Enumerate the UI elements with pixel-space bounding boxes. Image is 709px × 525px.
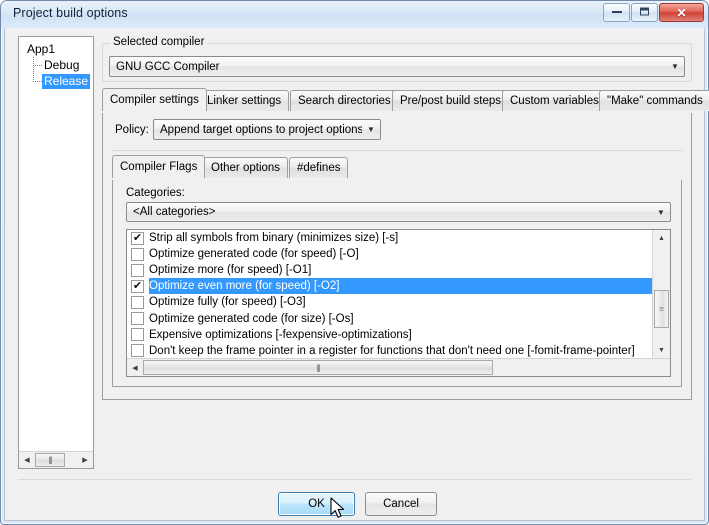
flag-row-expensive-optimizations[interactable]: Expensive optimizations [-fexpensive-opt… (127, 327, 653, 343)
categories-select[interactable]: <All categories> ▼ (126, 202, 671, 222)
tree-scroll-track[interactable]: ||| (35, 452, 77, 468)
tree-node-release[interactable]: Release (42, 74, 91, 89)
tree-scroll-left-arrow-icon[interactable]: ◀ (19, 452, 35, 468)
minimize-button[interactable] (603, 3, 630, 22)
tab-linker-settings[interactable]: Linker settings (199, 90, 290, 111)
flags-vertical-scroll-thumb[interactable]: ≡ (654, 290, 669, 328)
close-icon: ✕ (676, 5, 687, 20)
flags-vscroll-grip-icon: ≡ (659, 304, 664, 314)
checkbox-icon[interactable] (131, 312, 144, 326)
ok-button[interactable]: OK (278, 492, 355, 516)
maximize-button[interactable] (631, 3, 658, 22)
flag-row-optimize-o2[interactable]: Optimize even more (for speed) [-O2] (127, 278, 653, 295)
flag-label: Don't keep the frame pointer in a regist… (149, 344, 635, 357)
flag-row-strip-symbols[interactable]: Strip all symbols from binary (minimizes… (127, 230, 653, 246)
tree-scroll-grip-icon: ||| (48, 455, 52, 465)
flag-row-omit-frame-pointer[interactable]: Don't keep the frame pointer in a regist… (127, 343, 653, 359)
tab-defines[interactable]: #defines (289, 157, 349, 178)
flags-vertical-scrollbar[interactable]: ▲ ≡ ▼ (652, 230, 670, 359)
minimize-icon (604, 8, 629, 18)
checkbox-icon[interactable] (131, 295, 144, 309)
tab-compiler-settings[interactable]: Compiler settings (102, 88, 207, 111)
dialog-window: Project build options ✕ App1 Debug Relea… (0, 0, 709, 525)
tab-search-directories[interactable]: Search directories (290, 90, 399, 111)
tab-make-commands[interactable]: "Make" commands (599, 90, 709, 111)
dialog-client-area: App1 Debug Release ◀ ||| ▶ Selected comp… (4, 28, 709, 521)
flag-label: Optimize fully (for speed) [-O3] (149, 296, 306, 309)
checkbox-checked-icon[interactable] (131, 231, 144, 245)
tree-node-project[interactable]: App1 (27, 42, 55, 57)
compiler-select-value: GNU GCC Compiler (116, 60, 220, 73)
tree-line-vertical (33, 57, 34, 82)
window-controls: ✕ (602, 3, 704, 22)
flag-label: Optimize even more (for speed) [-O2] (149, 280, 340, 293)
flag-label: Optimize generated code (for speed) [-O] (149, 248, 359, 261)
scrollbar-corner (653, 359, 670, 376)
tab-compiler-flags[interactable]: Compiler Flags (112, 155, 206, 178)
tab-other-options[interactable]: Other options (203, 157, 289, 178)
flag-label: Strip all symbols from binary (minimizes… (149, 232, 399, 245)
policy-label: Policy: (115, 124, 149, 136)
footer-separator (18, 479, 691, 480)
categories-label: Categories: (126, 187, 185, 199)
policy-select-value: Append target options to project options (160, 123, 362, 136)
flag-row-optimize-o[interactable]: Optimize generated code (for speed) [-O] (127, 246, 653, 262)
flag-row-optimize-os[interactable]: Optimize generated code (for size) [-Os] (127, 310, 653, 326)
flag-label: Optimize more (for speed) [-O1] (149, 264, 312, 277)
tree-line-debug (33, 65, 43, 66)
title-bar: Project build options ✕ (1, 1, 708, 28)
checkbox-checked-icon[interactable] (131, 279, 144, 293)
flags-tabs[interactable]: Compiler Flags Other options #defines (112, 155, 682, 181)
tree-node-debug[interactable]: Debug (44, 58, 79, 73)
checkbox-icon[interactable] (131, 344, 144, 358)
selected-compiler-group: Selected compiler GNU GCC Compiler ▼ (102, 36, 692, 82)
maximize-icon (632, 7, 657, 18)
close-button[interactable]: ✕ (659, 3, 704, 22)
compiler-flags-list[interactable]: Strip all symbols from binary (minimizes… (126, 229, 671, 377)
compiler-settings-page: Policy: Append target options to project… (102, 113, 692, 400)
selected-compiler-legend: Selected compiler (110, 36, 208, 48)
flag-rows: Strip all symbols from binary (minimizes… (127, 230, 653, 359)
flag-label: Optimize generated code (for size) [-Os] (149, 312, 354, 325)
flags-hscroll-track[interactable]: ||| (143, 359, 654, 376)
policy-separator (112, 150, 682, 151)
tree-horizontal-scrollbar[interactable]: ◀ ||| ▶ (19, 451, 93, 468)
tab-custom-variables[interactable]: Custom variables (502, 90, 607, 111)
cancel-button[interactable]: Cancel (365, 492, 437, 516)
build-targets-tree[interactable]: App1 Debug Release ◀ ||| ▶ (18, 36, 94, 469)
window-title: Project build options (13, 6, 128, 20)
checkbox-icon[interactable] (131, 328, 144, 342)
chevron-down-icon[interactable]: ▼ (652, 208, 670, 217)
flags-scroll-up-arrow-icon[interactable]: ▲ (653, 230, 670, 247)
tree-scroll-thumb[interactable]: ||| (35, 453, 65, 467)
compiler-flags-page: Categories: <All categories> ▼ Strip all… (112, 180, 682, 387)
flag-row-optimize-o3[interactable]: Optimize fully (for speed) [-O3] (127, 294, 653, 310)
tree-scroll-right-arrow-icon[interactable]: ▶ (77, 452, 93, 468)
settings-tabs[interactable]: Compiler settings Linker settings Search… (102, 88, 709, 114)
chevron-down-icon[interactable]: ▼ (362, 125, 380, 134)
flags-scroll-left-arrow-icon[interactable]: ◀ (127, 359, 143, 376)
checkbox-icon[interactable] (131, 247, 144, 261)
compiler-select[interactable]: GNU GCC Compiler ▼ (109, 56, 685, 77)
settings-pane: Selected compiler GNU GCC Compiler ▼ Com… (102, 36, 709, 469)
chevron-down-icon[interactable]: ▼ (666, 62, 684, 71)
flags-scroll-down-arrow-icon[interactable]: ▼ (653, 342, 670, 359)
flag-row-optimize-o1[interactable]: Optimize more (for speed) [-O1] (127, 262, 653, 278)
tab-prepost-build-steps[interactable]: Pre/post build steps (392, 90, 510, 111)
checkbox-icon[interactable] (131, 263, 144, 277)
flags-hscroll-grip-icon: ||| (316, 363, 320, 372)
flags-horizontal-scroll-thumb[interactable]: ||| (143, 360, 493, 375)
policy-select[interactable]: Append target options to project options… (153, 119, 381, 140)
flag-label: Expensive optimizations [-fexpensive-opt… (149, 328, 412, 341)
tree-inner: App1 Debug Release (19, 37, 93, 451)
flags-horizontal-scrollbar[interactable]: ◀ ||| ▶ (127, 358, 670, 376)
categories-select-value: <All categories> (133, 206, 216, 218)
